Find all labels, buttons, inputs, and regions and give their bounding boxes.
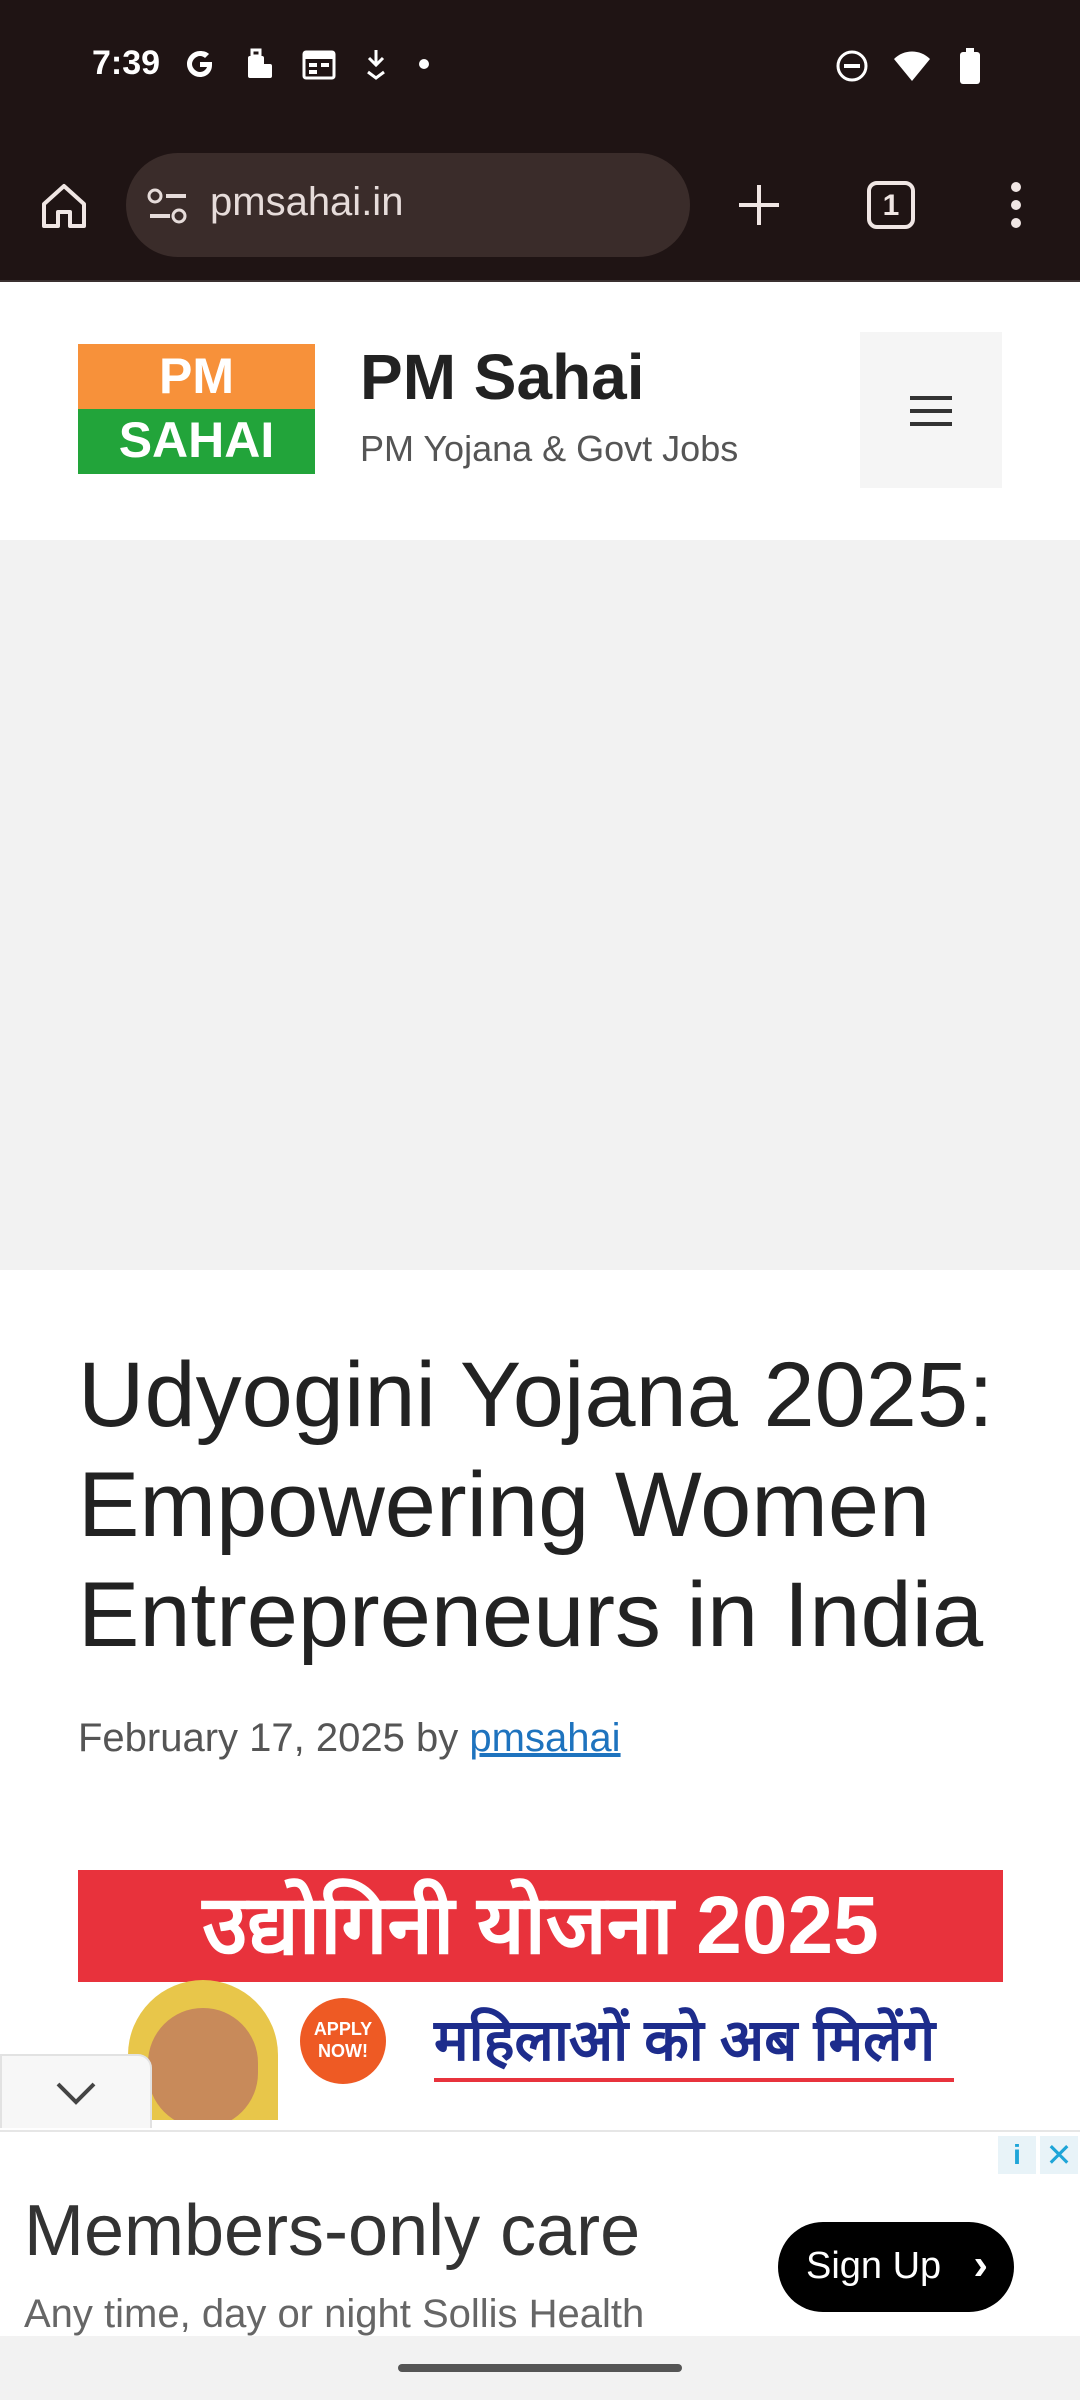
status-left-icons bbox=[182, 46, 432, 82]
google-icon bbox=[187, 51, 212, 77]
logo-top-text: PM bbox=[78, 344, 315, 409]
by-label: by bbox=[416, 1716, 459, 1760]
download-icon bbox=[367, 50, 385, 80]
banner-heading: उद्योगिनी योजना 2025 bbox=[78, 1870, 1003, 1982]
sign-up-label: Sign Up bbox=[806, 2245, 942, 2287]
site-logo[interactable]: PM SAHAI bbox=[78, 344, 315, 474]
status-right-icons bbox=[834, 46, 988, 86]
tab-count: 1 bbox=[882, 189, 900, 222]
apply-now-badge: APPLY NOW! bbox=[300, 1998, 386, 2084]
hamburger-icon bbox=[910, 396, 952, 426]
more-menu-icon[interactable] bbox=[1004, 180, 1028, 230]
calendar-icon bbox=[302, 50, 336, 80]
battery-icon bbox=[960, 48, 980, 84]
url-text[interactable]: pmsahai.in bbox=[210, 180, 403, 225]
post-date: February 17, 2025 bbox=[78, 1716, 405, 1760]
ad-info-icon[interactable]: i bbox=[998, 2136, 1036, 2174]
work-briefcase-icon bbox=[248, 48, 272, 78]
ad-placeholder bbox=[0, 540, 1080, 1270]
ad-body: Any time, day or night Sollis Health bbox=[24, 2292, 645, 2336]
wifi-icon bbox=[894, 51, 930, 81]
site-description: PM Yojana & Govt Jobs bbox=[360, 428, 739, 469]
chevron-down-icon bbox=[56, 2082, 96, 2105]
logo-bottom-text: SAHAI bbox=[78, 409, 315, 474]
article-meta: February 17, 2025 by pmsahai bbox=[78, 1716, 621, 1761]
banner-underline bbox=[434, 2078, 954, 2082]
article-title: Udyogini Yojana 2025: Empowering Women E… bbox=[78, 1344, 994, 1666]
home-icon[interactable] bbox=[36, 178, 92, 234]
dot-icon bbox=[419, 59, 429, 69]
tab-switcher-button[interactable]: 1 bbox=[866, 180, 916, 230]
do-not-disturb-icon bbox=[836, 50, 868, 82]
ad-headline: Members-only care bbox=[24, 2191, 641, 2271]
author-link[interactable]: pmsahai bbox=[469, 1716, 620, 1760]
ad-collapse-button[interactable] bbox=[0, 2054, 152, 2128]
menu-button[interactable] bbox=[860, 332, 1002, 488]
banner-subheading: महिलाओं को अब मिलेंगे bbox=[434, 2008, 936, 2073]
chevron-right-icon: › bbox=[973, 2240, 988, 2289]
new-tab-icon[interactable] bbox=[734, 180, 784, 230]
sign-up-button[interactable]: Sign Up › bbox=[778, 2222, 1014, 2312]
status-time: 7:39 bbox=[92, 44, 161, 82]
featured-image: उद्योगिनी योजना 2025 APPLY NOW! महिलाओं … bbox=[78, 1870, 1003, 2120]
site-title[interactable]: PM Sahai bbox=[360, 340, 645, 414]
home-gesture-handle[interactable] bbox=[398, 2364, 682, 2372]
site-settings-icon[interactable] bbox=[146, 186, 190, 226]
ad-close-icon[interactable]: ✕ bbox=[1040, 2136, 1078, 2174]
